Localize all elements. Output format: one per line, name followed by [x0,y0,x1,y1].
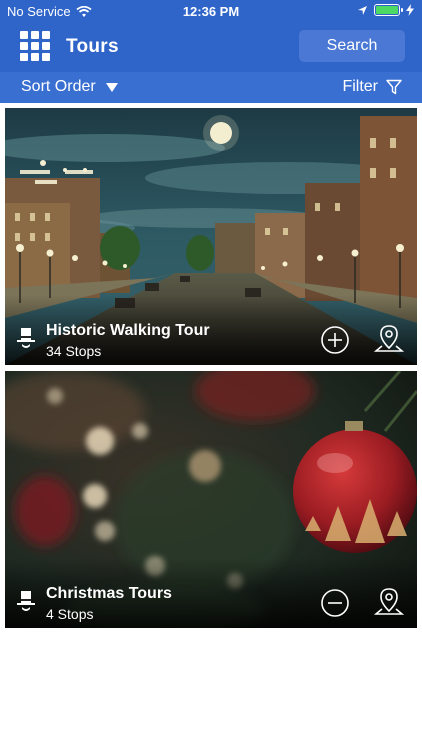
top-hat-icon [17,328,35,348]
sort-order-dropdown[interactable]: Sort Order [21,78,118,96]
remove-circle-icon[interactable] [320,588,350,618]
tour-stops: 34 Stops [46,343,102,359]
grid-menu-icon[interactable] [20,31,50,61]
battery-icon [374,4,403,16]
filter-label: Filter [342,78,378,95]
location-arrow-icon [358,5,367,15]
tour-card-historic-walking-tour[interactable]: Historic Walking Tour 34 Stops [5,108,417,365]
navigation-bar: Tours Search [0,22,422,72]
caret-down-icon [105,82,118,92]
tour-title: Christmas Tours [46,585,172,602]
app-header: No Service 12:36 PM Tours Search Sort Or… [0,0,422,103]
top-hat-icon [17,591,35,611]
tour-card-christmas-tours[interactable]: Christmas Tours 4 Stops [5,371,417,628]
search-button[interactable]: Search [299,30,405,62]
tour-stops: 4 Stops [46,606,94,622]
page-title: Tours [66,36,119,57]
add-circle-icon[interactable] [320,325,350,355]
sort-filter-bar: Sort Order Filter [0,72,422,103]
sort-order-label: Sort Order [21,78,96,95]
filter-funnel-icon [386,79,402,95]
map-pin-icon[interactable] [374,587,404,619]
status-bar: No Service 12:36 PM [0,0,422,22]
charging-bolt-icon [406,4,414,16]
tour-title: Historic Walking Tour [46,322,210,339]
map-pin-icon[interactable] [374,324,404,356]
filter-button[interactable]: Filter [342,78,402,96]
